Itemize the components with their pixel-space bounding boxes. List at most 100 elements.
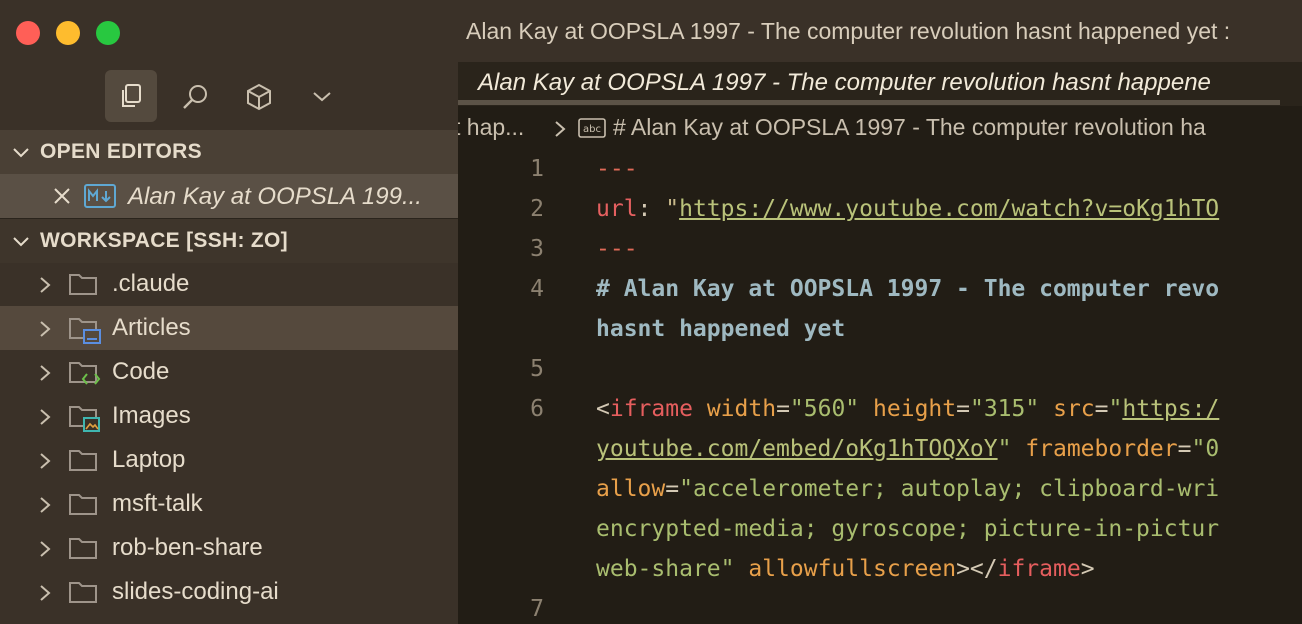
html-quote: ": [1108, 396, 1123, 422]
chevron-right-icon: [40, 365, 51, 381]
tree-item-images[interactable]: Images: [0, 394, 458, 438]
yaml-quote: ": [665, 196, 680, 222]
html-quote: ": [997, 436, 1012, 462]
breadcrumb: t hap... abc # Alan Kay at OOPSLA 1997 -…: [458, 106, 1302, 148]
heading-line: # Alan Kay at OOPSLA 1997 - The computer…: [596, 276, 1220, 302]
tree-item-label: slides-coding-ai: [112, 578, 279, 605]
chevron-down-icon: [13, 237, 29, 247]
editor-tab[interactable]: Alan Kay at OOPSLA 1997 - The computer r…: [478, 69, 1211, 97]
tree-item-slides-coding-ai[interactable]: slides-coding-ai: [0, 570, 458, 614]
title-bar: Alan Kay at OOPSLA 1997 - The computer r…: [0, 0, 1302, 63]
html-attr: src: [1053, 396, 1095, 422]
more-views-button[interactable]: [296, 70, 348, 122]
folder-icon: [69, 494, 97, 515]
open-editor-label: Alan Kay at OOPSLA 199...: [128, 183, 422, 210]
html-tag: iframe: [997, 556, 1081, 582]
line-number: 3: [530, 236, 544, 262]
zoom-window-button[interactable]: [96, 21, 120, 45]
tab-strip: Alan Kay at OOPSLA 1997 - The computer r…: [458, 62, 1302, 106]
extensions-icon: [247, 83, 271, 111]
chevron-right-icon: [555, 121, 566, 137]
folder-images-icon: [69, 406, 100, 432]
line-number: 6: [530, 396, 544, 422]
search-button[interactable]: [168, 70, 220, 122]
html-attr: height: [873, 396, 957, 422]
minimize-window-button[interactable]: [56, 21, 80, 45]
code-line-6: <iframe width="560" height="315" src="ht…: [596, 396, 1220, 422]
search-icon: [183, 85, 207, 109]
tree-item-label: .claude: [112, 270, 190, 297]
open-editor-item[interactable]: Alan Kay at OOPSLA 199...: [0, 174, 458, 218]
chevron-right-icon: [40, 409, 51, 425]
chevron-down-icon: [13, 148, 29, 158]
tree-item-claude[interactable]: .claude: [0, 262, 458, 306]
breadcrumb-symbol[interactable]: # Alan Kay at OOPSLA 1997 - The computer…: [613, 114, 1206, 141]
explorer-button[interactable]: [105, 70, 157, 122]
workspace-label: WORKSPACE [SSH: ZO]: [40, 229, 288, 252]
html-value: "560": [789, 396, 860, 422]
chevron-right-icon: [40, 321, 51, 337]
tree-item-rob-ben-share[interactable]: rob-ben-share: [0, 526, 458, 570]
code-line-6-wrap-3: encrypted-media; gyroscope; picture-in-p…: [596, 516, 1219, 542]
chevron-right-icon: [40, 585, 51, 601]
folder-icon: [69, 450, 97, 471]
url-link[interactable]: youtube.com/embed/oKg1hTOQXoY: [596, 436, 998, 462]
code-line-6-wrap-1: youtube.com/embed/oKg1hTOQXoY" framebord…: [596, 436, 1220, 462]
tree-item-laptop[interactable]: Laptop: [0, 438, 458, 482]
tree-item-label: msft-talk: [112, 490, 203, 517]
folder-articles-icon: [69, 318, 101, 344]
code-line-1: ---: [596, 156, 638, 182]
chevron-right-icon: [40, 497, 51, 513]
tree-item-label: rob-ben-share: [112, 534, 263, 561]
html-value: "315": [969, 396, 1040, 422]
explorer-icon: [122, 84, 141, 107]
heading-line-wrap: hasnt happened yet: [596, 316, 846, 342]
chevron-down-icon: [313, 92, 331, 102]
workspace-header[interactable]: WORKSPACE [SSH: ZO]: [0, 218, 458, 263]
tree-item-label: Laptop: [112, 446, 186, 473]
extensions-button[interactable]: [232, 70, 284, 122]
code-line-2: url: "https://www.youtube.com/watch?v=oK…: [596, 196, 1219, 222]
tree-item-label: Images: [112, 402, 191, 429]
tab-scrollbar[interactable]: [458, 100, 1280, 105]
frontmatter-delimiter: ---: [596, 156, 638, 182]
line-number: 7: [530, 596, 544, 622]
folder-icon: [69, 274, 97, 295]
chevron-right-icon: [40, 277, 51, 293]
yaml-key: url: [596, 196, 638, 222]
html-value: "accelerometer; autoplay; clipboard-wri: [679, 476, 1220, 502]
tree-item-label: Articles: [112, 314, 191, 341]
folder-icon: [69, 538, 97, 559]
tree-item-code[interactable]: Code: [0, 350, 458, 394]
open-editors-label: OPEN EDITORS: [40, 140, 202, 163]
close-window-button[interactable]: [16, 21, 40, 45]
file-tree: .claude Articles Code Images Laptop msft…: [0, 262, 458, 614]
close-icon[interactable]: [52, 186, 72, 206]
url-link[interactable]: https://www.youtube.com/watch?v=oKg1hTO: [679, 196, 1219, 222]
code-line-6-wrap-4: web-share" allowfullscreen></iframe>: [596, 556, 1095, 582]
line-number: 4: [530, 276, 544, 302]
html-value: "0: [1191, 436, 1220, 462]
html-value: web-share": [596, 556, 735, 582]
folder-code-icon: [69, 362, 101, 385]
tree-item-msft-talk[interactable]: msft-talk: [0, 482, 458, 526]
code-line-6-wrap-2: allow="accelerometer; autoplay; clipboar…: [596, 476, 1220, 502]
yaml-colon: :: [637, 196, 666, 222]
code-line-3: ---: [596, 236, 638, 262]
window-title: Alan Kay at OOPSLA 1997 - The computer r…: [466, 18, 1231, 44]
line-number: 1: [530, 156, 544, 182]
url-link[interactable]: https:/: [1122, 396, 1219, 422]
chevron-right-icon: [40, 541, 51, 557]
tree-item-label: Code: [112, 358, 170, 385]
symbol-string-icon: abc: [578, 118, 606, 138]
line-number: 2: [530, 196, 544, 222]
sidebar: OPEN EDITORS Alan Kay at OOPSLA 199... W…: [0, 62, 458, 624]
markdown-file-icon: [84, 184, 116, 208]
tree-item-articles[interactable]: Articles: [0, 306, 458, 350]
html-tag: iframe: [609, 396, 693, 422]
breadcrumb-file[interactable]: t hap...: [458, 114, 524, 141]
svg-text:abc: abc: [583, 124, 601, 135]
html-attr: allowfullscreen: [748, 556, 957, 582]
editor-area: Alan Kay at OOPSLA 1997 - The computer r…: [458, 62, 1302, 624]
open-editors-header[interactable]: OPEN EDITORS: [0, 130, 458, 174]
